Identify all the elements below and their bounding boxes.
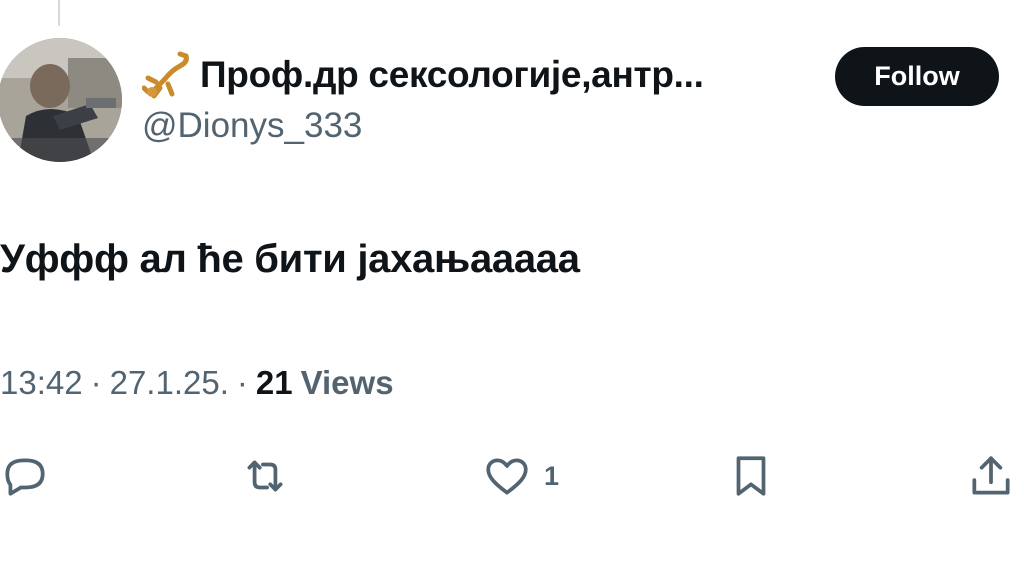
bookmark-icon [736,456,766,496]
author-handle[interactable]: @Dionys_333 [142,106,362,146]
share-icon [972,456,1010,495]
meta-separator: · [90,364,102,401]
tweet-date[interactable]: 27.1.25. [110,364,229,402]
tweet-meta: 13:42 · 27.1.25. · 21 Views [0,364,394,402]
reply-button[interactable] [0,446,50,506]
divider-tick [58,0,60,26]
views-label: Views [300,364,394,401]
author-display-name: Проф.др сексологије,антр... [200,54,704,95]
avatar-photo [0,38,122,162]
tweet-text: Уффф ал ће бити јахањааааа [0,237,580,281]
reply-icon [5,458,45,496]
scorpion-emoji [142,51,189,99]
action-bar: 1 [0,446,1024,506]
author-name-row[interactable]: Проф.др сексологије,антр... [142,48,704,102]
like-icon [486,458,528,495]
meta-separator: · [236,364,248,401]
share-button[interactable] [966,446,1016,506]
retweet-button[interactable] [240,446,290,506]
tweet-time[interactable]: 13:42 [0,364,83,402]
like-count: 1 [544,460,560,491]
like-button[interactable]: 1 [482,446,559,506]
retweet-icon [247,460,283,492]
views-count: 21 [255,364,293,401]
bookmark-button[interactable] [726,446,776,506]
avatar[interactable] [0,38,122,162]
follow-button[interactable]: Follow [835,47,999,106]
